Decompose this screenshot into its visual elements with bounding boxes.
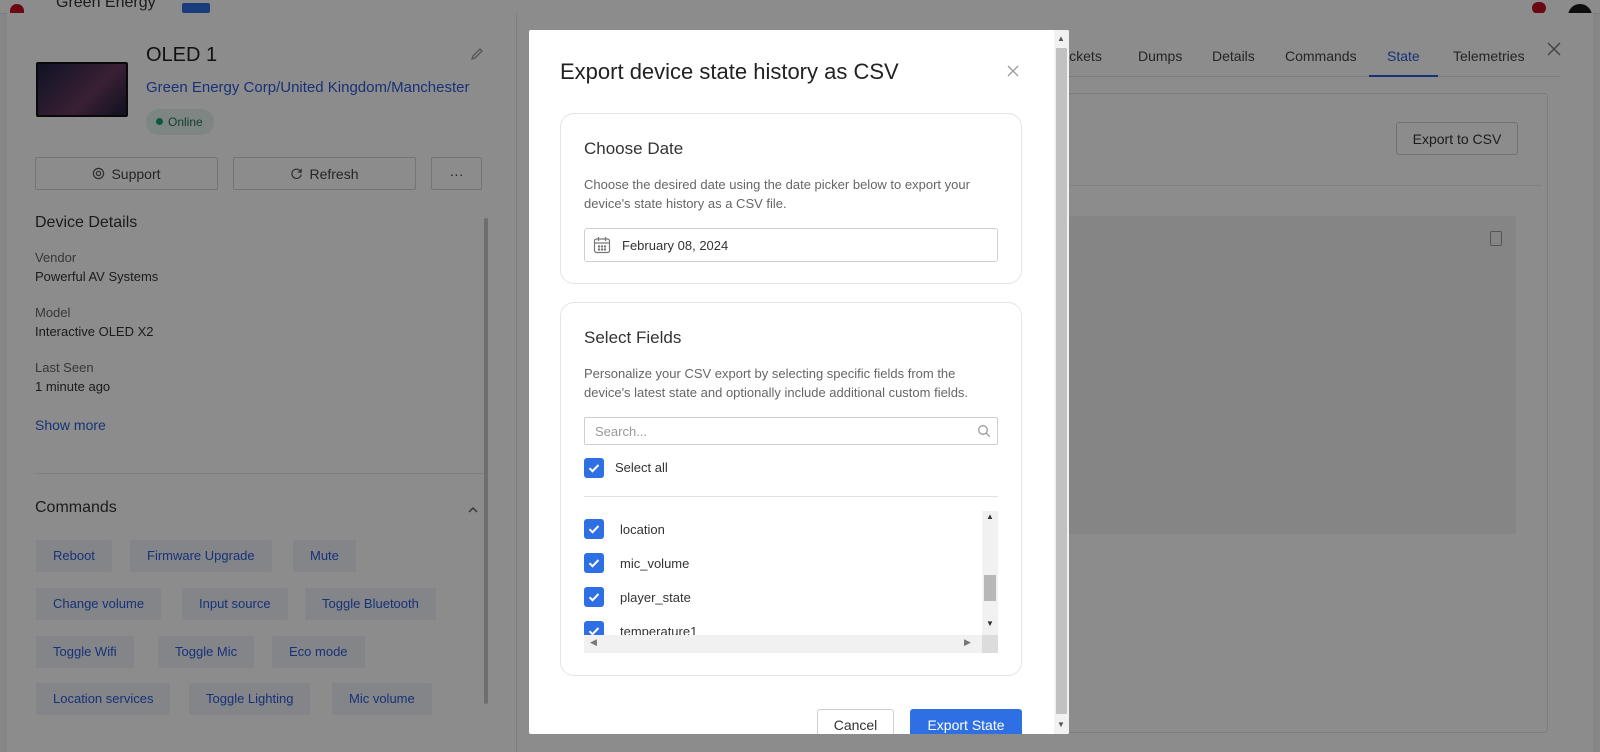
field-checkbox-player-state[interactable] [584, 587, 604, 607]
select-fields-description: Personalize your CSV export by selecting… [584, 366, 969, 400]
modal-title: Export device state history as CSV [560, 59, 899, 84]
vertical-scroll-thumb[interactable] [984, 575, 996, 601]
list-separator [584, 496, 998, 497]
calendar-icon [592, 235, 612, 255]
scroll-down-arrow-icon[interactable]: ▼ [986, 619, 994, 628]
fields-list-vertical-scrollbar[interactable]: ▲ ▼ [982, 511, 998, 635]
select-fields-card: Select Fields Personalize your CSV expor… [560, 302, 1022, 676]
cancel-button[interactable]: Cancel [817, 709, 894, 734]
date-picker-input[interactable]: February 08, 2024 [584, 228, 998, 262]
selected-date: February 08, 2024 [622, 237, 729, 253]
fields-list: location mic_volume player_state tempera… [584, 511, 998, 653]
field-label-location: location [620, 522, 665, 537]
scroll-right-arrow-icon[interactable]: ▶ [964, 637, 971, 648]
modal-scroll-thumb[interactable] [1056, 48, 1067, 714]
field-label-mic-volume: mic_volume [620, 556, 690, 571]
select-all-checkbox[interactable] [584, 458, 604, 478]
choose-date-card: Choose Date Choose the desired date usin… [560, 113, 1022, 284]
close-modal-icon[interactable] [1007, 60, 1019, 83]
choose-date-description: Choose the desired date using the date p… [584, 177, 970, 211]
select-fields-heading: Select Fields [584, 328, 682, 347]
checkmark-icon [588, 464, 600, 473]
scroll-up-arrow-icon[interactable]: ▲ [986, 512, 994, 521]
scrollbar-corner [982, 635, 998, 653]
checkmark-icon [588, 593, 600, 602]
checkmark-icon [588, 525, 600, 534]
checkmark-icon [588, 559, 600, 568]
field-label-player-state: player_state [620, 590, 691, 605]
export-state-modal: Export device state history as CSV Choos… [529, 30, 1069, 734]
modal-scroll-up-icon[interactable]: ▲ [1057, 34, 1065, 43]
choose-date-heading: Choose Date [584, 139, 684, 158]
select-all-label: Select all [615, 460, 668, 475]
modal-scroll-down-icon[interactable]: ▼ [1057, 720, 1065, 729]
field-checkbox-location[interactable] [584, 519, 604, 539]
field-checkbox-mic-volume[interactable] [584, 553, 604, 573]
fields-search-input[interactable] [584, 417, 998, 445]
export-state-button[interactable]: Export State [910, 709, 1022, 734]
search-icon [977, 424, 991, 438]
modal-scrollbar[interactable]: ▲ ▼ [1054, 30, 1069, 734]
fields-list-horizontal-scrollbar[interactable]: ◀ ▶ [584, 635, 982, 653]
scroll-left-arrow-icon[interactable]: ◀ [590, 637, 597, 648]
